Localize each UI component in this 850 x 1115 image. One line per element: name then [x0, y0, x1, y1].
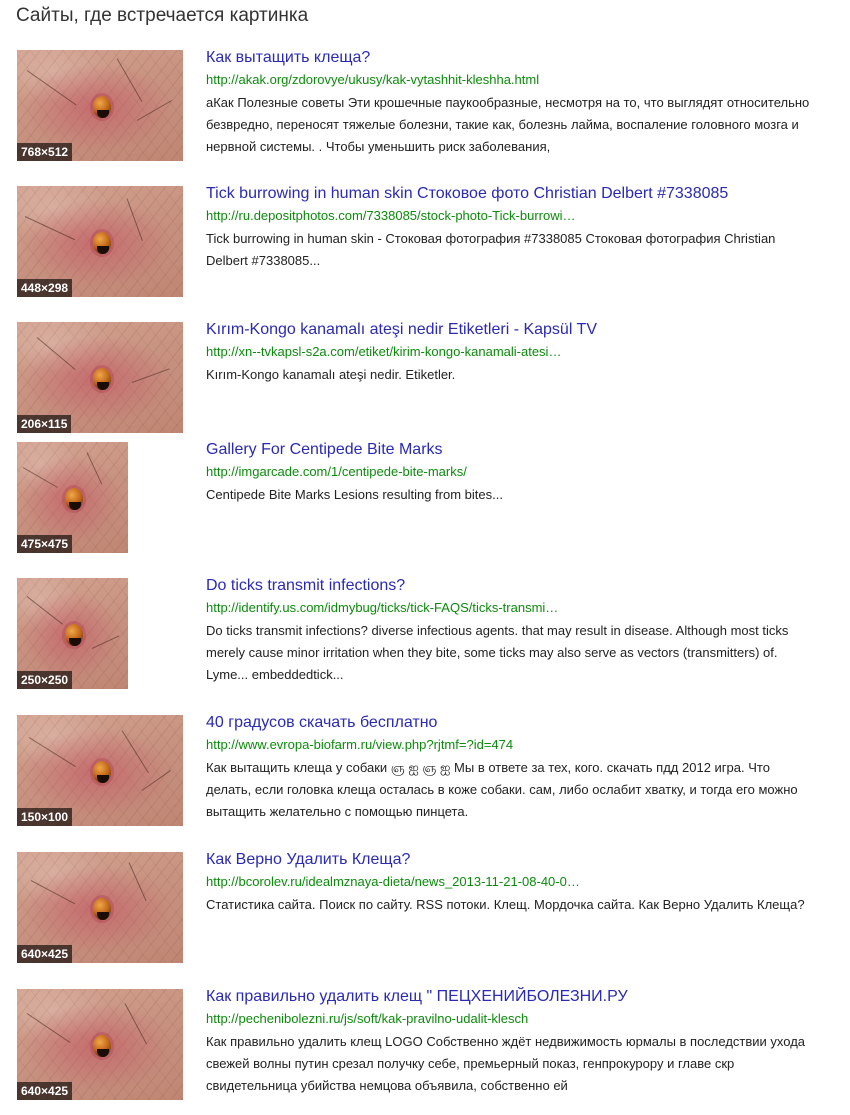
result-title-link[interactable]: Do ticks transmit infections? [206, 576, 816, 596]
image-size-badge: 150×100 [17, 808, 73, 826]
page-title: Сайты, где встречается картинка [16, 5, 309, 26]
result-thumbnail[interactable]: 250×250 [17, 578, 128, 689]
result-snippet: Статистика сайта. Поиск по сайту. RSS по… [206, 897, 805, 912]
image-size-badge: 640×425 [17, 1082, 73, 1100]
image-size-badge: 206×115 [17, 415, 72, 433]
result-thumbnail[interactable]: 768×512 [17, 50, 183, 161]
image-size-badge: 640×425 [17, 945, 73, 963]
result-snippet: Как правильно удалить клещ LOGO Собствен… [206, 1034, 806, 1093]
result-title-link[interactable]: Как правильно удалить клещ " ПЕЦХЕНИЙБОЛ… [206, 987, 816, 1007]
result-url-link[interactable]: http://identify.us.com/idmybug/ticks/tic… [206, 600, 816, 616]
result-url-link[interactable]: http://pechenibolezni.ru/js/soft/kak-pra… [206, 1011, 816, 1027]
image-size-badge: 475×475 [17, 535, 73, 553]
result-title-link[interactable]: Как вытащить клеща? [206, 48, 816, 68]
result-item: 250×250 Do ticks transmit infections? ht… [0, 576, 850, 704]
result-thumbnail[interactable]: 640×425 [17, 989, 183, 1100]
image-size-badge: 250×250 [17, 671, 73, 689]
result-snippet: Kırım-Kongo kanamalı ateşi nedir. Etiket… [206, 367, 456, 382]
result-snippet: Do ticks transmit infections? diverse in… [206, 623, 789, 682]
result-snippet: Как вытащить клеща у собаки ஞ ஐ ஞ ஐ Мы в… [206, 760, 798, 819]
result-item: 640×425 Как правильно удалить клещ " ПЕЦ… [0, 987, 850, 1115]
result-thumbnail[interactable]: 448×298 [17, 186, 183, 297]
result-thumbnail[interactable]: 150×100 [17, 715, 183, 826]
result-thumbnail[interactable]: 640×425 [17, 852, 183, 963]
result-item: 640×425 Как Верно Удалить Клеща? http://… [0, 850, 850, 978]
result-item: 768×512 Как вытащить клеща? http://akak.… [0, 48, 850, 176]
result-snippet: Tick burrowing in human skin - Стоковая … [206, 231, 776, 268]
result-title-link[interactable]: Kırım-Kongo kanamalı ateşi nedir Etiketl… [206, 320, 816, 340]
result-item: 475×475 Gallery For Centipede Bite Marks… [0, 440, 850, 568]
result-thumbnail[interactable]: 475×475 [17, 442, 128, 553]
result-title-link[interactable]: Gallery For Centipede Bite Marks [206, 440, 816, 460]
result-snippet: Centipede Bite Marks Lesions resulting f… [206, 487, 503, 502]
result-thumbnail[interactable]: 206×115 [17, 322, 183, 433]
result-item: 206×115 Kırım-Kongo kanamalı ateşi nedir… [0, 320, 850, 448]
image-size-badge: 768×512 [17, 143, 73, 161]
result-title-link[interactable]: Как Верно Удалить Клеща? [206, 850, 816, 870]
result-url-link[interactable]: http://imgarcade.com/1/centipede-bite-ma… [206, 464, 816, 480]
result-url-link[interactable]: http://xn--tvkapsl-s2a.com/etiket/kirim-… [206, 344, 816, 360]
result-item: 448×298 Tick burrowing in human skin Сто… [0, 184, 850, 312]
result-title-link[interactable]: 40 градусов скачать бесплатно [206, 713, 816, 733]
result-url-link[interactable]: http://akak.org/zdorovye/ukusy/kak-vytas… [206, 72, 816, 88]
result-title-link[interactable]: Tick burrowing in human skin Стоковое фо… [206, 184, 816, 204]
image-size-badge: 448×298 [17, 279, 73, 297]
result-url-link[interactable]: http://bcorolev.ru/idealmznaya-dieta/new… [206, 874, 816, 890]
result-item: 150×100 40 градусов скачать бесплатно ht… [0, 713, 850, 841]
result-snippet: аКак Полезные советы Эти крошечные пауко… [206, 95, 810, 154]
result-url-link[interactable]: http://ru.depositphotos.com/7338085/stoc… [206, 208, 816, 224]
result-url-link[interactable]: http://www.evropa-biofarm.ru/view.php?rj… [206, 737, 816, 753]
